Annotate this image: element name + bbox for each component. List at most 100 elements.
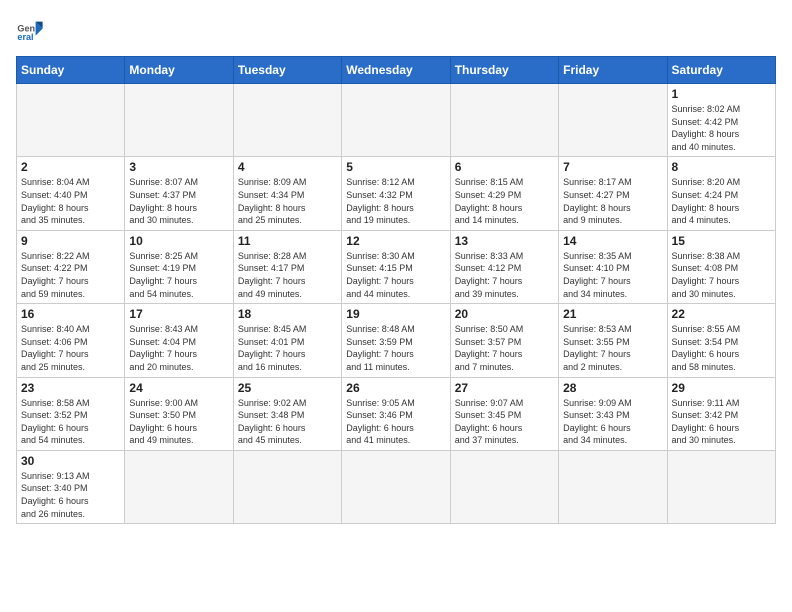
- calendar-row-5: 30Sunrise: 9:13 AM Sunset: 3:40 PM Dayli…: [17, 450, 776, 523]
- calendar: SundayMondayTuesdayWednesdayThursdayFrid…: [16, 56, 776, 524]
- calendar-cell-11: 6 Sunrise: 8:15 AM Sunset: 4:29 PM Daylig…: [450, 157, 558, 230]
- day-number-5: 5: [346, 160, 445, 174]
- calendar-cell-1: [125, 84, 233, 157]
- day-info-6: Sunrise: 8:15 AM Sunset: 4:29 PM Dayligh…: [455, 176, 554, 226]
- day-number-17: 17: [129, 307, 228, 321]
- calendar-cell-36: [125, 450, 233, 523]
- calendar-cell-41: [667, 450, 775, 523]
- day-number-1: 1: [672, 87, 771, 101]
- day-info-8: Sunrise: 8:20 AM Sunset: 4:24 PM Dayligh…: [672, 176, 771, 226]
- day-info-25: Sunrise: 9:02 AM Sunset: 3:48 PM Dayligh…: [238, 397, 337, 447]
- day-number-21: 21: [563, 307, 662, 321]
- weekday-header-thursday: Thursday: [450, 57, 558, 84]
- calendar-cell-39: [450, 450, 558, 523]
- day-number-25: 25: [238, 381, 337, 395]
- calendar-cell-33: 28 Sunrise: 9:09 AM Sunset: 3:43 PM Dayli…: [559, 377, 667, 450]
- day-number-13: 13: [455, 234, 554, 248]
- day-number-3: 3: [129, 160, 228, 174]
- day-info-7: Sunrise: 8:17 AM Sunset: 4:27 PM Dayligh…: [563, 176, 662, 226]
- calendar-cell-22: 17 Sunrise: 8:43 AM Sunset: 4:04 PM Dayli…: [125, 304, 233, 377]
- calendar-row-2: 9 Sunrise: 8:22 AM Sunset: 4:22 PM Daylig…: [17, 230, 776, 303]
- calendar-cell-30: 25 Sunrise: 9:02 AM Sunset: 3:48 PM Dayli…: [233, 377, 341, 450]
- day-number-6: 6: [455, 160, 554, 174]
- calendar-cell-5: [559, 84, 667, 157]
- calendar-cell-4: [450, 84, 558, 157]
- day-number-2: 2: [21, 160, 120, 174]
- calendar-cell-21: 16 Sunrise: 8:40 AM Sunset: 4:06 PM Dayli…: [17, 304, 125, 377]
- svg-text:eral: eral: [17, 32, 33, 42]
- day-number-23: 23: [21, 381, 120, 395]
- calendar-cell-18: 13Sunrise: 8:33 AM Sunset: 4:12 PM Dayli…: [450, 230, 558, 303]
- day-info-11: Sunrise: 8:28 AM Sunset: 4:17 PM Dayligh…: [238, 250, 337, 300]
- day-number-30: 30: [21, 454, 120, 468]
- day-number-9: 9: [21, 234, 120, 248]
- calendar-row-4: 23Sunrise: 8:58 AM Sunset: 3:52 PM Dayli…: [17, 377, 776, 450]
- day-number-16: 16: [21, 307, 120, 321]
- day-number-18: 18: [238, 307, 337, 321]
- day-number-19: 19: [346, 307, 445, 321]
- day-info-14: Sunrise: 8:35 AM Sunset: 4:10 PM Dayligh…: [563, 250, 662, 300]
- header: Gen eral: [16, 16, 776, 44]
- calendar-cell-23: 18 Sunrise: 8:45 AM Sunset: 4:01 PM Dayli…: [233, 304, 341, 377]
- day-number-20: 20: [455, 307, 554, 321]
- calendar-cell-7: 2 Sunrise: 8:04 AM Sunset: 4:40 PM Daylig…: [17, 157, 125, 230]
- day-info-10: Sunrise: 8:25 AM Sunset: 4:19 PM Dayligh…: [129, 250, 228, 300]
- day-number-29: 29: [672, 381, 771, 395]
- calendar-cell-27: 22 Sunrise: 8:55 AM Sunset: 3:54 PM Dayli…: [667, 304, 775, 377]
- calendar-cell-9: 4Sunrise: 8:09 AM Sunset: 4:34 PM Daylig…: [233, 157, 341, 230]
- day-number-24: 24: [129, 381, 228, 395]
- day-number-10: 10: [129, 234, 228, 248]
- logo-icon: Gen eral: [16, 16, 44, 44]
- day-info-1: Sunrise: 8:02 AM Sunset: 4:42 PM Dayligh…: [672, 103, 771, 153]
- day-info-3: Sunrise: 8:07 AM Sunset: 4:37 PM Dayligh…: [129, 176, 228, 226]
- day-number-22: 22: [672, 307, 771, 321]
- calendar-cell-19: 14Sunrise: 8:35 AM Sunset: 4:10 PM Dayli…: [559, 230, 667, 303]
- calendar-cell-8: 3 Sunrise: 8:07 AM Sunset: 4:37 PM Daylig…: [125, 157, 233, 230]
- day-info-15: Sunrise: 8:38 AM Sunset: 4:08 PM Dayligh…: [672, 250, 771, 300]
- weekday-header-row: SundayMondayTuesdayWednesdayThursdayFrid…: [17, 57, 776, 84]
- calendar-cell-6: 1 Sunrise: 8:02 AM Sunset: 4:42 PM Daylig…: [667, 84, 775, 157]
- calendar-row-0: 1 Sunrise: 8:02 AM Sunset: 4:42 PM Daylig…: [17, 84, 776, 157]
- day-number-27: 27: [455, 381, 554, 395]
- weekday-header-saturday: Saturday: [667, 57, 775, 84]
- calendar-cell-26: 21Sunrise: 8:53 AM Sunset: 3:55 PM Dayli…: [559, 304, 667, 377]
- weekday-header-wednesday: Wednesday: [342, 57, 450, 84]
- calendar-cell-10: 5 Sunrise: 8:12 AM Sunset: 4:32 PM Daylig…: [342, 157, 450, 230]
- day-number-7: 7: [563, 160, 662, 174]
- calendar-cell-0: [17, 84, 125, 157]
- day-number-28: 28: [563, 381, 662, 395]
- day-info-2: Sunrise: 8:04 AM Sunset: 4:40 PM Dayligh…: [21, 176, 120, 226]
- day-info-5: Sunrise: 8:12 AM Sunset: 4:32 PM Dayligh…: [346, 176, 445, 226]
- calendar-cell-28: 23Sunrise: 8:58 AM Sunset: 3:52 PM Dayli…: [17, 377, 125, 450]
- day-info-12: Sunrise: 8:30 AM Sunset: 4:15 PM Dayligh…: [346, 250, 445, 300]
- day-number-8: 8: [672, 160, 771, 174]
- day-info-29: Sunrise: 9:11 AM Sunset: 3:42 PM Dayligh…: [672, 397, 771, 447]
- logo: Gen eral: [16, 16, 48, 44]
- day-number-11: 11: [238, 234, 337, 248]
- day-info-22: Sunrise: 8:55 AM Sunset: 3:54 PM Dayligh…: [672, 323, 771, 373]
- day-number-12: 12: [346, 234, 445, 248]
- day-info-9: Sunrise: 8:22 AM Sunset: 4:22 PM Dayligh…: [21, 250, 120, 300]
- day-info-19: Sunrise: 8:48 AM Sunset: 3:59 PM Dayligh…: [346, 323, 445, 373]
- day-info-18: Sunrise: 8:45 AM Sunset: 4:01 PM Dayligh…: [238, 323, 337, 373]
- day-number-15: 15: [672, 234, 771, 248]
- calendar-cell-34: 29 Sunrise: 9:11 AM Sunset: 3:42 PM Dayli…: [667, 377, 775, 450]
- day-info-17: Sunrise: 8:43 AM Sunset: 4:04 PM Dayligh…: [129, 323, 228, 373]
- day-info-24: Sunrise: 9:00 AM Sunset: 3:50 PM Dayligh…: [129, 397, 228, 447]
- calendar-cell-24: 19 Sunrise: 8:48 AM Sunset: 3:59 PM Dayli…: [342, 304, 450, 377]
- calendar-row-3: 16 Sunrise: 8:40 AM Sunset: 4:06 PM Dayli…: [17, 304, 776, 377]
- calendar-cell-16: 11 Sunrise: 8:28 AM Sunset: 4:17 PM Dayli…: [233, 230, 341, 303]
- day-number-4: 4: [238, 160, 337, 174]
- weekday-header-sunday: Sunday: [17, 57, 125, 84]
- calendar-cell-13: 8 Sunrise: 8:20 AM Sunset: 4:24 PM Daylig…: [667, 157, 775, 230]
- calendar-cell-15: 10 Sunrise: 8:25 AM Sunset: 4:19 PM Dayli…: [125, 230, 233, 303]
- weekday-header-friday: Friday: [559, 57, 667, 84]
- calendar-cell-31: 26Sunrise: 9:05 AM Sunset: 3:46 PM Dayli…: [342, 377, 450, 450]
- day-info-28: Sunrise: 9:09 AM Sunset: 3:43 PM Dayligh…: [563, 397, 662, 447]
- calendar-cell-25: 20 Sunrise: 8:50 AM Sunset: 3:57 PM Dayli…: [450, 304, 558, 377]
- calendar-row-1: 2 Sunrise: 8:04 AM Sunset: 4:40 PM Daylig…: [17, 157, 776, 230]
- calendar-cell-20: 15 Sunrise: 8:38 AM Sunset: 4:08 PM Dayli…: [667, 230, 775, 303]
- calendar-cell-12: 7 Sunrise: 8:17 AM Sunset: 4:27 PM Daylig…: [559, 157, 667, 230]
- day-info-16: Sunrise: 8:40 AM Sunset: 4:06 PM Dayligh…: [21, 323, 120, 373]
- day-info-20: Sunrise: 8:50 AM Sunset: 3:57 PM Dayligh…: [455, 323, 554, 373]
